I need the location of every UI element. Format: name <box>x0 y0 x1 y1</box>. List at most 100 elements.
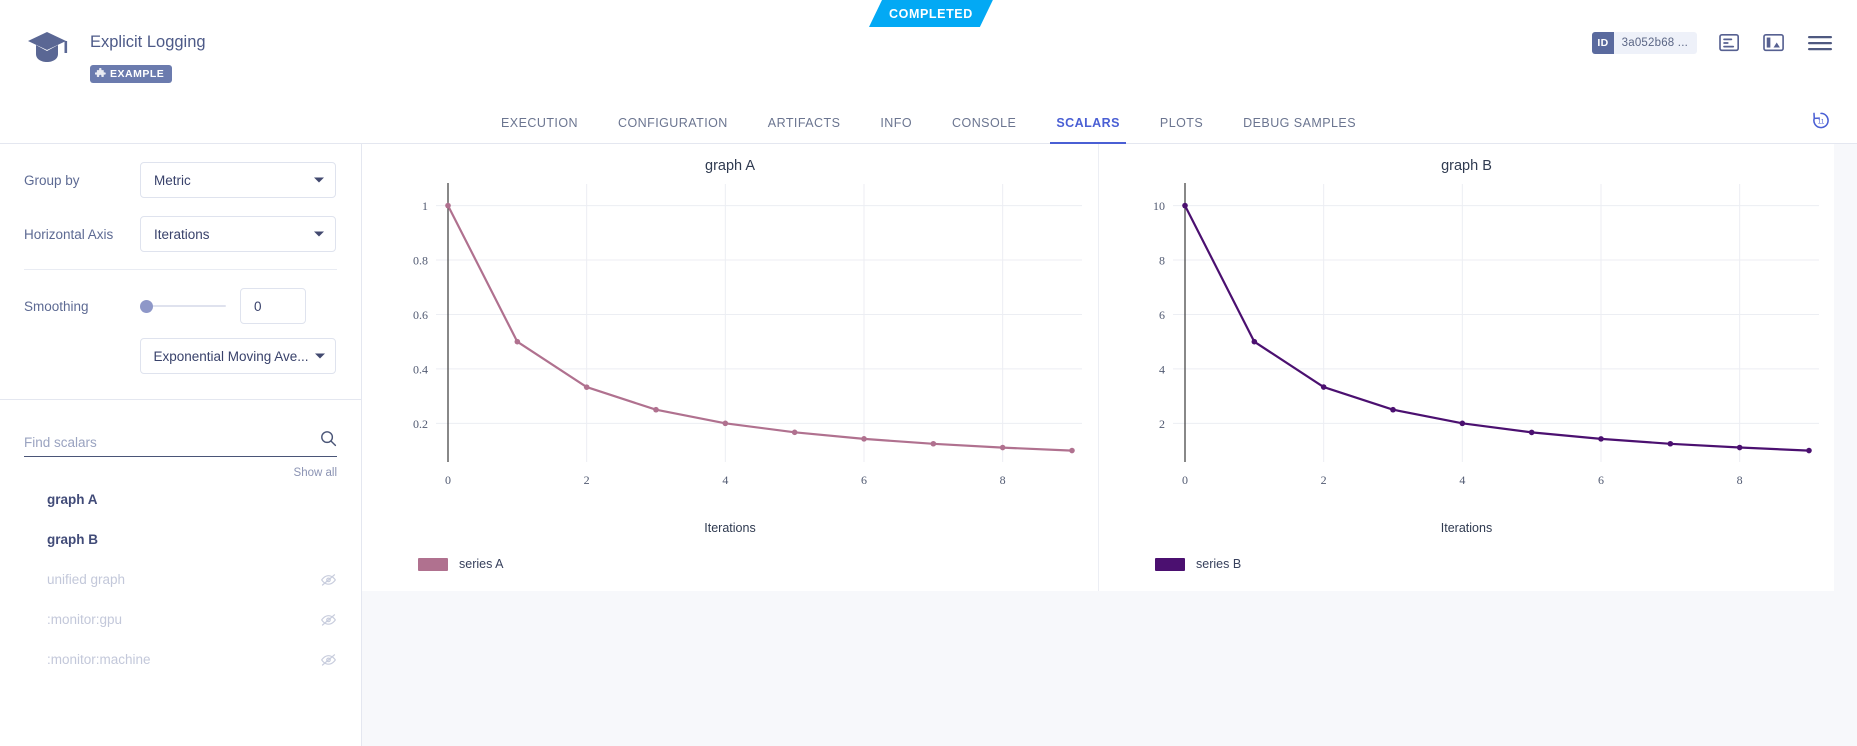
legend-series-a[interactable]: series A <box>418 557 503 571</box>
horizontal-axis-value: Iterations <box>154 227 210 242</box>
slider-thumb[interactable] <box>140 300 153 313</box>
svg-text:0.6: 0.6 <box>413 308 428 322</box>
smoothing-algorithm-select[interactable]: Exponential Moving Ave... <box>140 338 336 374</box>
task-id-value: 3a052b68 ... <box>1614 37 1697 49</box>
sidebar-separator <box>0 399 361 400</box>
svg-text:2: 2 <box>584 473 590 487</box>
tab-plots[interactable]: PLOTS <box>1140 103 1223 144</box>
eye-off-icon[interactable] <box>320 651 337 668</box>
example-badge-label: EXAMPLE <box>110 68 164 80</box>
log-lines-icon[interactable] <box>1719 33 1741 53</box>
chevron-down-icon <box>314 178 324 183</box>
svg-text:8: 8 <box>1000 473 1006 487</box>
smoothing-row: Smoothing 0 <box>0 288 361 324</box>
top-right-actions: ID 3a052b68 ... <box>1592 32 1833 54</box>
scalar-label: :monitor:machine <box>47 652 151 667</box>
search-input[interactable] <box>24 435 337 450</box>
group-by-label: Group by <box>24 173 140 188</box>
refresh-clock-icon[interactable]: 11 <box>1811 111 1831 136</box>
svg-text:0: 0 <box>1182 473 1188 487</box>
task-id-chip[interactable]: ID 3a052b68 ... <box>1592 32 1697 54</box>
tab-configuration[interactable]: CONFIGURATION <box>598 103 748 144</box>
group-by-value: Metric <box>154 173 191 188</box>
chart-card-graph-b: graph B 2 4 6 8 10 0 2 4 6 8 Iterations series B <box>1098 144 1834 591</box>
svg-text:10: 10 <box>1153 199 1165 213</box>
tab-execution[interactable]: EXECUTION <box>481 103 598 144</box>
eye-off-icon[interactable] <box>320 571 337 588</box>
chart-card-graph-a: graph A 0.20.40.60.8102468 Iterations se… <box>362 144 1098 591</box>
svg-text:6: 6 <box>861 473 867 487</box>
svg-text:2: 2 <box>1321 473 1327 487</box>
chart-grid: graph A 0.20.40.60.8102468 Iterations se… <box>362 144 1834 591</box>
scalar-item-graph-b[interactable]: graph B <box>0 519 361 559</box>
legend-swatch <box>1155 558 1185 571</box>
smoothing-algorithm-row: Exponential Moving Ave... <box>0 338 361 374</box>
page-title: Explicit Logging <box>90 34 206 51</box>
find-scalars-field[interactable] <box>24 428 337 457</box>
svg-text:4: 4 <box>722 473 728 487</box>
status-badge: COMPLETED <box>869 0 993 27</box>
svg-text:8: 8 <box>1737 473 1743 487</box>
svg-text:8: 8 <box>1159 254 1165 268</box>
svg-text:6: 6 <box>1159 308 1165 322</box>
tab-info[interactable]: INFO <box>860 103 932 144</box>
svg-text:11: 11 <box>1818 119 1825 126</box>
svg-text:0.4: 0.4 <box>413 362 428 376</box>
puzzle-piece-icon <box>95 68 106 79</box>
spacer <box>24 338 140 374</box>
scalars-page: COMPLETED Explicit Logging EXAMP <box>0 0 1857 746</box>
group-by-select[interactable]: Metric <box>140 162 336 198</box>
scalar-item-monitor-machine[interactable]: :monitor:machine <box>0 639 361 679</box>
sidebar-divider <box>24 269 337 270</box>
chart-plot-graph-b[interactable]: 2 4 6 8 10 0 2 4 6 8 <box>1099 180 1835 510</box>
horizontal-axis-row: Horizontal Axis Iterations <box>0 216 361 252</box>
x-axis-label: Iterations <box>362 521 1098 535</box>
smoothing-value-input[interactable]: 0 <box>240 288 306 324</box>
chevron-down-icon <box>314 232 324 237</box>
smoothing-label: Smoothing <box>24 299 140 314</box>
tab-scalars[interactable]: SCALARS <box>1036 103 1140 144</box>
show-all-link[interactable]: Show all <box>24 467 337 479</box>
svg-text:2: 2 <box>1159 417 1165 431</box>
scalar-label: unified graph <box>47 572 125 587</box>
scalar-item-unified-graph[interactable]: unified graph <box>0 559 361 599</box>
legend-label: series A <box>459 557 503 571</box>
horizontal-axis-select[interactable]: Iterations <box>140 216 336 252</box>
hamburger-menu-icon[interactable] <box>1807 33 1833 53</box>
tab-artifacts[interactable]: ARTIFACTS <box>748 103 861 144</box>
svg-text:4: 4 <box>1459 473 1465 487</box>
svg-text:0.2: 0.2 <box>413 417 428 431</box>
chart-title: graph B <box>1099 158 1834 174</box>
chart-title: graph A <box>362 158 1098 174</box>
charts-area: graph A 0.20.40.60.8102468 Iterations se… <box>362 144 1857 746</box>
legend-label: series B <box>1196 557 1241 571</box>
group-by-row: Group by Metric <box>0 162 361 198</box>
graduation-cap-icon <box>26 28 68 68</box>
top-bar: COMPLETED Explicit Logging EXAMP <box>0 0 1857 103</box>
scalar-label: graph A <box>47 492 98 507</box>
x-axis-label: Iterations <box>1099 521 1834 535</box>
brand: Explicit Logging EXAMPLE <box>26 28 206 84</box>
chevron-down-icon <box>315 354 325 359</box>
legend-swatch <box>418 558 448 571</box>
scalar-label: :monitor:gpu <box>47 612 122 627</box>
scalar-item-graph-a[interactable]: graph A <box>0 479 361 519</box>
example-badge: EXAMPLE <box>90 65 172 83</box>
scalar-label: graph B <box>47 532 98 547</box>
panel-layout-icon[interactable] <box>1763 33 1785 53</box>
chart-plot-graph-a[interactable]: 0.20.40.60.8102468 <box>362 180 1098 510</box>
smoothing-slider[interactable] <box>140 296 226 316</box>
eye-off-icon[interactable] <box>320 611 337 628</box>
svg-text:0.8: 0.8 <box>413 254 428 268</box>
tab-console[interactable]: CONSOLE <box>932 103 1036 144</box>
search-icon[interactable] <box>320 430 337 452</box>
tab-debug-samples[interactable]: DEBUG SAMPLES <box>1223 103 1376 144</box>
svg-text:1: 1 <box>422 199 428 213</box>
legend-series-b[interactable]: series B <box>1155 557 1241 571</box>
svg-text:6: 6 <box>1598 473 1604 487</box>
scalar-item-monitor-gpu[interactable]: :monitor:gpu <box>0 599 361 639</box>
svg-text:4: 4 <box>1159 362 1165 376</box>
main-tabs: EXECUTION CONFIGURATION ARTIFACTS INFO C… <box>0 103 1857 144</box>
horizontal-axis-label: Horizontal Axis <box>24 227 140 242</box>
scalars-sidebar: Group by Metric Horizontal Axis Iteratio… <box>0 144 362 746</box>
